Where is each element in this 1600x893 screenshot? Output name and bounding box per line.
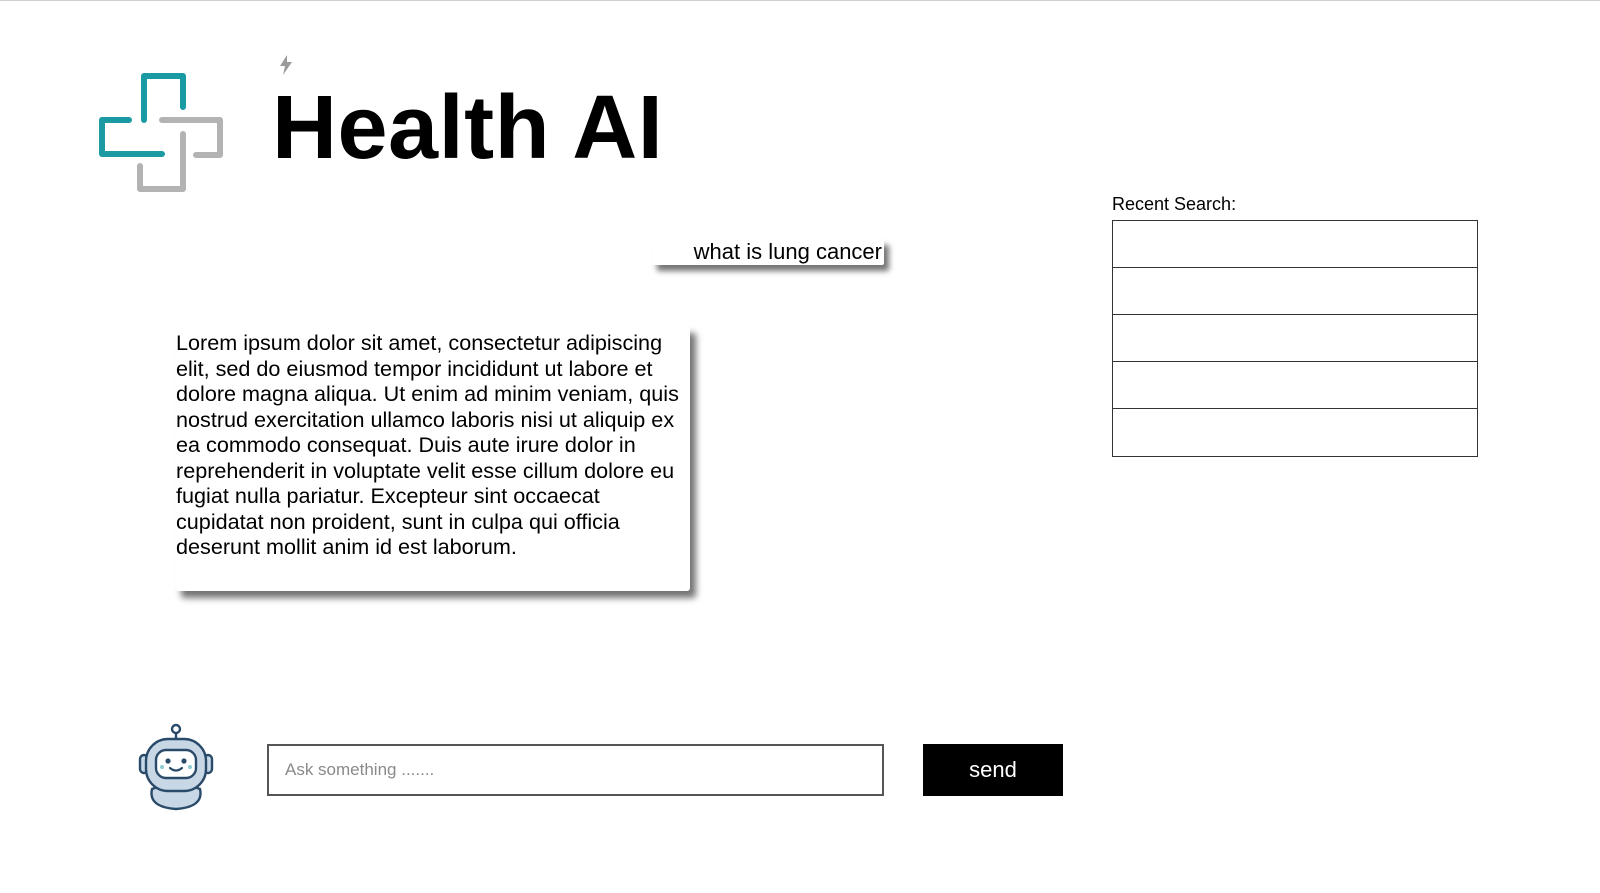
lightning-icon xyxy=(280,55,292,75)
recent-search-item[interactable] xyxy=(1113,315,1477,362)
user-message-bubble: what is lung cancer xyxy=(652,239,884,265)
app-title: Health AI xyxy=(272,78,664,178)
bot-reply-bubble: Lorem ipsum dolor sit amet, consectetur … xyxy=(175,326,690,591)
recent-search-item[interactable] xyxy=(1113,409,1477,454)
top-divider xyxy=(0,0,1600,1)
recent-search-label: Recent Search: xyxy=(1112,194,1237,214)
recent-search-item[interactable] xyxy=(1113,221,1477,268)
medical-cross-logo-icon xyxy=(99,73,223,192)
recent-search-list xyxy=(1112,220,1478,457)
recent-search-item[interactable] xyxy=(1113,268,1477,315)
send-button[interactable]: send xyxy=(923,744,1063,796)
robot-avatar-icon xyxy=(138,723,214,811)
recent-search-item[interactable] xyxy=(1113,362,1477,409)
ask-input[interactable] xyxy=(267,744,884,796)
